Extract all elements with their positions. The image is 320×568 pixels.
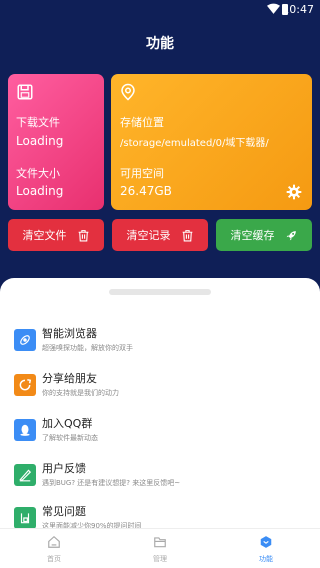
location-pin-icon xyxy=(121,83,135,101)
clear-records-button[interactable]: 清空记录 xyxy=(112,219,208,251)
menu-item-name: 智能浏览器 xyxy=(42,327,97,340)
status-bar: 10:47 xyxy=(0,0,320,20)
trash-icon xyxy=(182,229,192,241)
trash-icon xyxy=(78,229,88,241)
menu-item-feedback[interactable]: 用户反馈 遇到BUG? 还是有建议想提? 来这里反馈吧~ xyxy=(0,458,320,498)
menu-item-desc: 遇到BUG? 还是有建议想提? 来这里反馈吧~ xyxy=(42,479,181,487)
menu-item-share[interactable]: 分享给朋友 你的支持就是我们的动力 xyxy=(0,368,320,408)
storage-info-card: 存储位置 /storage/emulated/0/域下载器/ 可用空间 26.4… xyxy=(111,74,312,210)
folder-icon xyxy=(154,537,166,548)
storage-location-label: 存储位置 xyxy=(120,116,164,129)
menu-item-qq-group[interactable]: 加入QQ群 了解软件最新动态 xyxy=(0,413,320,453)
clear-cache-label: 清空缓存 xyxy=(230,229,275,242)
clear-records-label: 清空记录 xyxy=(126,229,171,242)
save-icon xyxy=(17,84,33,100)
menu-item-name: 用户反馈 xyxy=(42,462,86,475)
menu-item-name: 分享给朋友 xyxy=(42,372,97,385)
home-icon xyxy=(48,535,60,548)
tab-home-label: 首页 xyxy=(47,555,61,563)
wifi-icon xyxy=(267,3,280,14)
tab-function[interactable]: 功能 xyxy=(226,529,306,568)
share-icon xyxy=(14,374,36,396)
gear-icon[interactable] xyxy=(286,184,302,200)
rocket-icon xyxy=(286,230,296,240)
question-icon xyxy=(14,507,36,529)
menu-item-name: 常见问题 xyxy=(42,505,86,518)
page-title: 功能 xyxy=(146,36,174,52)
clear-files-label: 清空文件 xyxy=(22,229,67,242)
file-size-value: Loading xyxy=(16,184,64,198)
tab-home[interactable]: 首页 xyxy=(14,529,94,568)
free-space-value: 26.47GB xyxy=(120,184,172,198)
browser-icon xyxy=(14,329,36,351)
storage-path: /storage/emulated/0/域下载器/ xyxy=(120,138,269,149)
download-files-label: 下载文件 xyxy=(16,116,60,129)
clear-cache-button[interactable]: 清空缓存 xyxy=(216,219,312,251)
free-space-label: 可用空间 xyxy=(120,167,164,180)
download-info-card: 下载文件 Loading 文件大小 Loading xyxy=(8,74,104,210)
tab-manage-label: 管理 xyxy=(153,555,167,563)
bottom-tab-bar: 首页 管理 功能 xyxy=(0,528,320,568)
function-sheet: 智能浏览器 超强嗅探功能，解放你的双手 分享给朋友 你的支持就是我们的动力 加入… xyxy=(0,278,320,530)
menu-item-desc: 超强嗅探功能，解放你的双手 xyxy=(42,344,133,352)
menu-item-desc: 你的支持就是我们的动力 xyxy=(42,389,119,397)
feedback-icon xyxy=(14,464,36,486)
menu-item-browser[interactable]: 智能浏览器 超强嗅探功能，解放你的双手 xyxy=(0,323,320,363)
qq-icon xyxy=(14,419,36,441)
file-size-label: 文件大小 xyxy=(16,167,60,180)
menu-item-name: 加入QQ群 xyxy=(42,417,93,430)
clear-files-button[interactable]: 清空文件 xyxy=(8,219,104,251)
tab-function-label: 功能 xyxy=(259,555,273,563)
download-files-value: Loading xyxy=(16,134,64,148)
status-time: 10:47 xyxy=(282,3,314,16)
sheet-handle[interactable] xyxy=(109,289,211,295)
tab-manage[interactable]: 管理 xyxy=(120,529,200,568)
menu-item-desc: 了解软件最新动态 xyxy=(42,434,98,442)
function-icon xyxy=(260,536,272,548)
